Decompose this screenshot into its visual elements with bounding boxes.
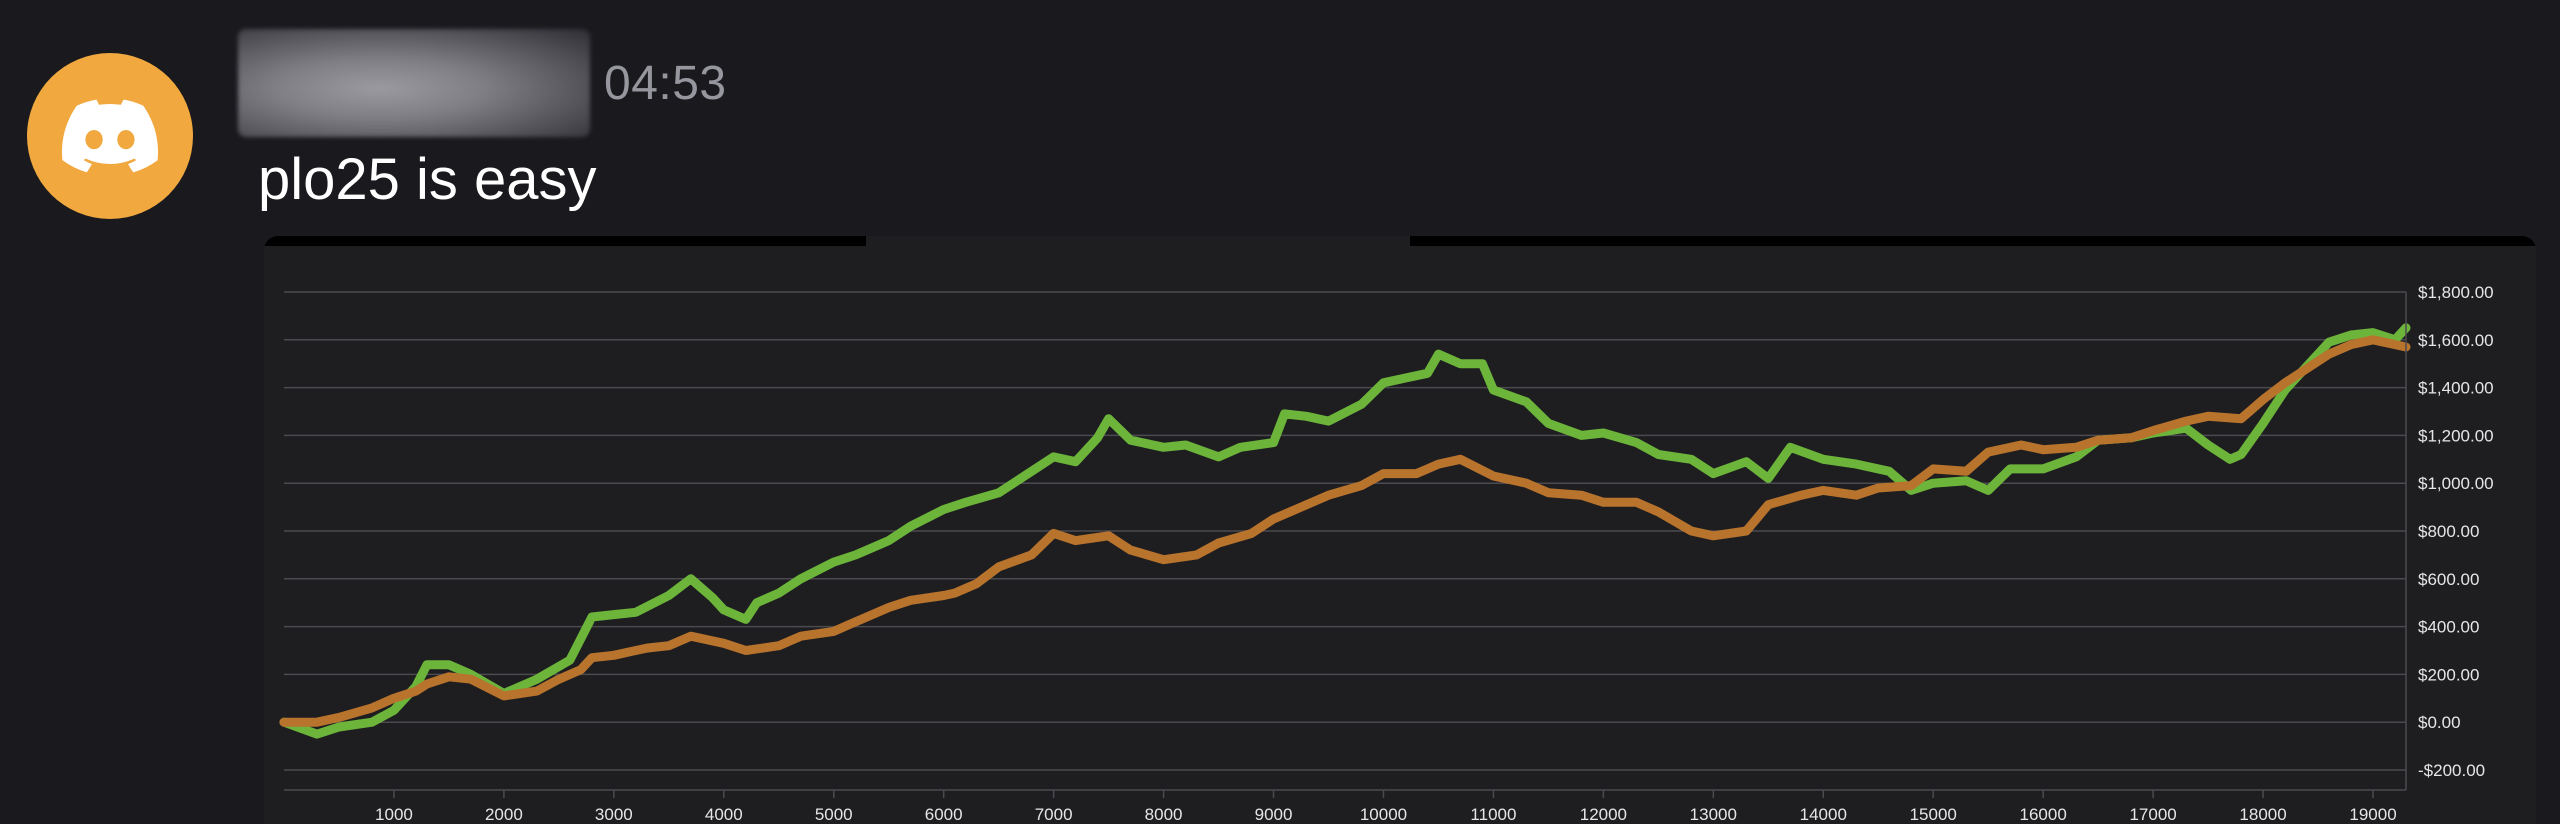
x-tick-label: 12000 — [1580, 805, 1627, 824]
x-tick-label: 1000 — [375, 805, 413, 824]
chart-image[interactable]: -$200.00 $0.00 $200.00 $400.00 $600.00 $800.0… — [264, 236, 2536, 824]
y-tick-label: $1,800.00 — [2418, 283, 2494, 302]
y-tick-label: $1,200.00 — [2418, 426, 2494, 445]
x-tick-label: 9000 — [1255, 805, 1293, 824]
grid — [284, 291, 2406, 771]
x-tick-label: 2000 — [485, 805, 523, 824]
x-tick-label: 10000 — [1360, 805, 1407, 824]
username[interactable]: user — [238, 29, 590, 137]
y-tick-label: $1,400.00 — [2418, 379, 2494, 398]
x-tick-label: 7000 — [1035, 805, 1073, 824]
message-view: user 04:53 plo25 is easy -$200.00 $0.00 $2… — [0, 0, 2560, 824]
y-tick-label: $1,600.00 — [2418, 331, 2494, 350]
timestamp[interactable]: 04:53 — [604, 56, 727, 111]
x-axis: 1000 2000 3000 4000 5000 6000 7000 8000 9000 1000… — [284, 789, 2406, 824]
y-tick-label: $600.00 — [2418, 570, 2479, 589]
y-axis: -$200.00 $0.00 $200.00 $400.00 $600.00 $800.0… — [2405, 283, 2494, 790]
x-tick-label: 4000 — [705, 805, 743, 824]
x-tick-label: 14000 — [1800, 805, 1847, 824]
discord-icon — [62, 99, 158, 173]
x-tick-label: 16000 — [2020, 805, 2067, 824]
chart: -$200.00 $0.00 $200.00 $400.00 $600.00 $800.0… — [264, 236, 2536, 824]
y-tick-label: $200.00 — [2418, 665, 2479, 684]
x-tick-label: 13000 — [1690, 805, 1737, 824]
y-tick-label: $0.00 — [2418, 713, 2461, 732]
x-tick-label: 8000 — [1145, 805, 1183, 824]
y-tick-label: $1,000.00 — [2418, 474, 2494, 493]
message-content: plo25 is easy — [258, 147, 597, 212]
y-tick-label: $800.00 — [2418, 522, 2479, 541]
x-tick-label: 18000 — [2239, 805, 2286, 824]
x-tick-label: 19000 — [2349, 805, 2396, 824]
x-tick-label: 3000 — [595, 805, 633, 824]
message-header: user 04:53 — [238, 28, 727, 138]
y-tick-label: -$200.00 — [2418, 761, 2485, 780]
x-tick-label: 17000 — [2129, 805, 2176, 824]
chart-top-bar-gap — [866, 236, 1410, 246]
x-tick-label: 15000 — [1910, 805, 1957, 824]
x-tick-label: 5000 — [815, 805, 853, 824]
y-tick-label: $400.00 — [2418, 618, 2479, 637]
x-tick-label: 11000 — [1470, 805, 1516, 824]
avatar[interactable] — [27, 53, 193, 219]
x-tick-label: 6000 — [925, 805, 963, 824]
